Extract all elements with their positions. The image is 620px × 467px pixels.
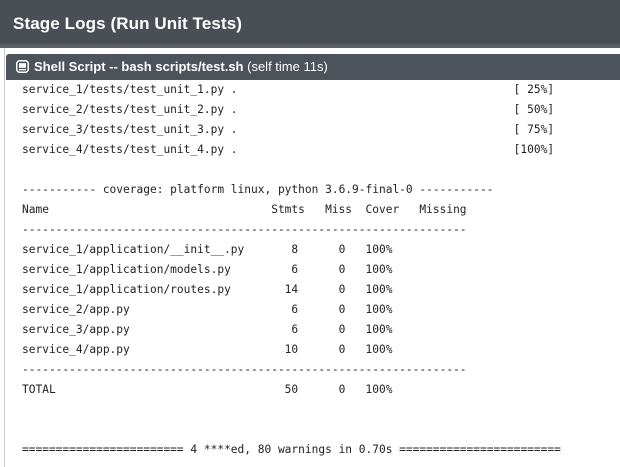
log-line: service_1/application/__init__.py 8 0 10…	[22, 243, 393, 256]
log-line: service_4/app.py 10 0 100%	[22, 343, 393, 356]
log-line: Name Stmts Miss Cover Missing	[22, 203, 467, 216]
log-line: ----------- coverage: platform linux, py…	[22, 183, 494, 196]
log-line: ----------------------------------------…	[22, 363, 467, 376]
log-line: service_3/tests/test_unit_3.py . [ 75%]	[22, 123, 555, 136]
shell-terminal-icon	[16, 60, 29, 73]
log-line: service_1/application/models.py 6 0 100%	[22, 263, 393, 276]
console-output: service_1/tests/test_unit_1.py . [ 25%] s…	[22, 80, 612, 460]
log-line: service_1/application/routes.py 14 0 100…	[22, 283, 393, 296]
log-line: service_2/app.py 6 0 100%	[22, 303, 393, 316]
stage-logs-header: Stage Logs (Run Unit Tests)	[0, 0, 620, 48]
log-line: service_3/app.py 6 0 100%	[22, 323, 393, 336]
step-header[interactable]: Shell Script -- bash scripts/test.sh (se…	[6, 54, 620, 80]
step-label: Shell Script -- bash scripts/test.sh (se…	[34, 59, 328, 74]
log-line: service_4/tests/test_unit_4.py . [100%]	[22, 143, 555, 156]
stage-logs-title: Stage Logs (Run Unit Tests)	[13, 14, 243, 33]
log-line: ======================== 4 ****ed, 80 wa…	[22, 443, 561, 456]
log-line: service_1/tests/test_unit_1.py . [ 25%]	[22, 83, 555, 96]
log-line: ----------------------------------------…	[22, 223, 467, 236]
log-line: TOTAL 50 0 100%	[22, 383, 393, 396]
step-self-time: (self time 11s)	[247, 59, 328, 74]
step-command: Shell Script -- bash scripts/test.sh	[34, 59, 244, 74]
log-line: service_2/tests/test_unit_2.py . [ 50%]	[22, 103, 555, 116]
